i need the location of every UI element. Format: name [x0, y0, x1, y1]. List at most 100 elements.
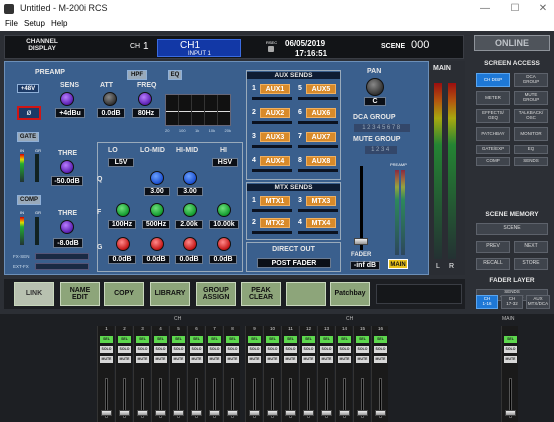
sel-button[interactable]: SEL: [208, 336, 221, 343]
screen-access-talkback-oscbutton[interactable]: TALKBACK/ OSC: [514, 109, 548, 123]
aux-send-button[interactable]: AUX6: [306, 108, 336, 118]
aux-send-button[interactable]: AUX1: [260, 84, 290, 94]
mtx-send-button[interactable]: MTX2: [260, 218, 290, 228]
sel-button[interactable]: SEL: [356, 336, 369, 343]
eq-lo-gain-knob[interactable]: [116, 237, 130, 251]
mute-button[interactable]: MUTE: [118, 356, 131, 363]
fader-cap[interactable]: [285, 410, 296, 416]
eq-hi-gain-knob[interactable]: [217, 237, 231, 251]
hpf-freq-knob[interactable]: [138, 92, 152, 106]
screen-access-dca-groupbutton[interactable]: DCA GROUP: [514, 73, 548, 87]
sel-button[interactable]: SEL: [190, 336, 203, 343]
main-solo-button[interactable]: SOLO: [504, 346, 517, 353]
fader-cap[interactable]: [137, 410, 148, 416]
menu-setup[interactable]: Setup: [24, 19, 45, 28]
sel-button[interactable]: SEL: [154, 336, 167, 343]
patchbay-button[interactable]: Patchbay: [330, 282, 370, 306]
dca-group-assign[interactable]: 12345678: [354, 124, 410, 132]
aux-send-button[interactable]: AUX5: [306, 84, 336, 94]
gate-button[interactable]: GATE: [17, 132, 39, 142]
copy-button[interactable]: COPY: [104, 282, 144, 306]
mute-button[interactable]: MUTE: [302, 356, 315, 363]
group-assign-button[interactable]: GROUP ASSIGN: [196, 282, 236, 306]
mute-button[interactable]: MUTE: [100, 356, 113, 363]
name-edit-button[interactable]: NAME EDIT: [60, 282, 100, 306]
fader-cap[interactable]: [303, 410, 314, 416]
eq-himid-freq-knob[interactable]: [183, 203, 197, 217]
solo-button[interactable]: SOLO: [190, 346, 203, 353]
pan-knob[interactable]: [366, 78, 384, 96]
solo-button[interactable]: SOLO: [338, 346, 351, 353]
fader-cap[interactable]: [119, 410, 130, 416]
menu-help[interactable]: Help: [51, 19, 67, 28]
eq-lo-freq-knob[interactable]: [116, 203, 130, 217]
screen-access-effects-geqbutton[interactable]: EFFECTS/ GEQ: [476, 109, 510, 123]
att-knob[interactable]: [103, 92, 117, 106]
mute-button[interactable]: MUTE: [226, 356, 239, 363]
eq-lomid-q-knob[interactable]: [150, 171, 164, 185]
solo-button[interactable]: SOLO: [208, 346, 221, 353]
ext-fx-bar[interactable]: [35, 263, 89, 270]
mute-button[interactable]: MUTE: [320, 356, 333, 363]
aux-send-button[interactable]: AUX4: [260, 156, 290, 166]
fader-cap[interactable]: [101, 410, 112, 416]
fader-cap[interactable]: [357, 410, 368, 416]
fader-cap[interactable]: [191, 410, 202, 416]
sel-button[interactable]: SEL: [226, 336, 239, 343]
aux-send-level-bar[interactable]: [298, 121, 338, 124]
solo-button[interactable]: SOLO: [284, 346, 297, 353]
mtx-send-button[interactable]: MTX4: [306, 218, 336, 228]
screen-access-meterbutton[interactable]: METER: [476, 91, 510, 105]
aux-send-level-bar[interactable]: [298, 145, 338, 148]
sel-button[interactable]: SEL: [100, 336, 113, 343]
mute-button[interactable]: MUTE: [266, 356, 279, 363]
mtx-send-level-bar[interactable]: [252, 209, 292, 212]
solo-button[interactable]: SOLO: [154, 346, 167, 353]
channel-name-display[interactable]: CH1 INPUT 1: [157, 39, 241, 57]
online-button[interactable]: ONLINE: [474, 35, 550, 51]
solo-button[interactable]: SOLO: [118, 346, 131, 353]
sel-button[interactable]: SEL: [136, 336, 149, 343]
eq-lomid-gain-knob[interactable]: [150, 237, 164, 251]
hpf-button[interactable]: HPF: [127, 70, 147, 80]
mtx-send-level-bar[interactable]: [298, 209, 338, 212]
blank-function-button[interactable]: [286, 282, 326, 306]
aux-send-level-bar[interactable]: [252, 121, 292, 124]
phase-button[interactable]: ø: [17, 106, 41, 120]
mute-button[interactable]: MUTE: [338, 356, 351, 363]
sel-button[interactable]: SEL: [374, 336, 387, 343]
channel-fader-cap[interactable]: [354, 238, 368, 245]
mute-button[interactable]: MUTE: [136, 356, 149, 363]
maximize-button[interactable]: ☐: [508, 2, 522, 16]
solo-button[interactable]: SOLO: [248, 346, 261, 353]
mtx-send-level-bar[interactable]: [252, 231, 292, 234]
sel-button[interactable]: SEL: [118, 336, 131, 343]
solo-button[interactable]: SOLO: [136, 346, 149, 353]
aux-send-button[interactable]: AUX7: [306, 132, 336, 142]
direct-out-value[interactable]: POST FADER: [257, 258, 331, 268]
mute-button[interactable]: MUTE: [356, 356, 369, 363]
screen-access-compbutton[interactable]: COMP: [476, 157, 510, 166]
aux-send-level-bar[interactable]: [298, 97, 338, 100]
fader-cap[interactable]: [375, 410, 386, 416]
menu-file[interactable]: File: [5, 19, 18, 28]
fader-cap[interactable]: [249, 410, 260, 416]
fx-sen-bar[interactable]: [35, 253, 89, 260]
scene-button[interactable]: SCENE: [476, 223, 548, 235]
mute-button[interactable]: MUTE: [154, 356, 167, 363]
solo-button[interactable]: SOLO: [172, 346, 185, 353]
eq-button[interactable]: EQ: [168, 70, 182, 80]
minimize-button[interactable]: —: [478, 2, 492, 16]
main-mute-button[interactable]: MUTE: [504, 356, 517, 363]
mtx-send-button[interactable]: MTX3: [306, 196, 336, 206]
fader-cap[interactable]: [227, 410, 238, 416]
mtx-send-level-bar[interactable]: [298, 231, 338, 234]
sel-button[interactable]: SEL: [284, 336, 297, 343]
sel-button[interactable]: SEL: [338, 336, 351, 343]
aux-send-button[interactable]: AUX8: [306, 156, 336, 166]
aux-send-level-bar[interactable]: [252, 145, 292, 148]
mute-button[interactable]: MUTE: [248, 356, 261, 363]
gate-threshold-knob[interactable]: [60, 160, 74, 174]
main-sel-button[interactable]: SEL: [504, 336, 517, 343]
solo-button[interactable]: SOLO: [266, 346, 279, 353]
